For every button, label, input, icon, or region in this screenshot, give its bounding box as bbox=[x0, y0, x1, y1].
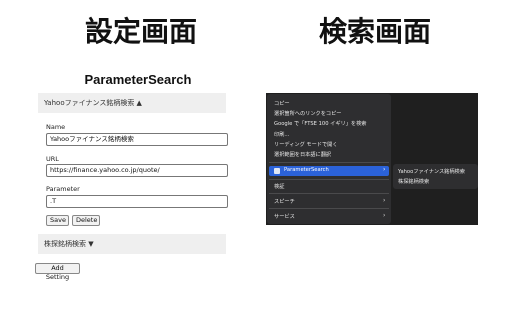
url-label: URL bbox=[46, 155, 59, 163]
name-input[interactable]: Yahooファイナンス銘柄検索 bbox=[46, 133, 228, 146]
submenu-item-yahoo[interactable]: Yahooファイナンス銘柄検索 bbox=[398, 168, 465, 175]
panel-title: ParameterSearch bbox=[84, 72, 192, 87]
menu-item-speech[interactable]: スピーチ bbox=[274, 198, 295, 205]
parameter-input[interactable]: .T bbox=[46, 195, 228, 208]
search-screen-heading: 検索画面 bbox=[318, 15, 431, 48]
yahoo-section-toggle[interactable]: Yahooファイナンス銘柄検索 ▲ bbox=[38, 93, 226, 113]
menu-separator bbox=[269, 162, 389, 163]
add-setting-button[interactable]: Add Setting bbox=[35, 263, 80, 281]
url-input[interactable]: https://finance.yahoo.co.jp/quote/ bbox=[46, 164, 228, 177]
kabu-section-toggle[interactable]: 株探銘柄検索 ▼ bbox=[38, 234, 226, 254]
menu-item-print[interactable]: 印刷... bbox=[274, 131, 289, 138]
delete-button[interactable]: Delete bbox=[72, 215, 100, 226]
chevron-right-icon: › bbox=[383, 197, 386, 204]
menu-item-parametersearch-label: ParameterSearch bbox=[284, 167, 329, 173]
menu-separator bbox=[269, 208, 389, 209]
menu-separator bbox=[269, 193, 389, 194]
extension-icon bbox=[274, 168, 280, 174]
menu-item-google-search[interactable]: Google で「FTSE 100 イギリ」を検索 bbox=[274, 120, 366, 127]
submenu-item-kabu[interactable]: 株探銘柄検索 bbox=[398, 178, 429, 185]
save-button[interactable]: Save bbox=[46, 215, 69, 226]
settings-screen-heading: 設定画面 bbox=[84, 15, 197, 48]
menu-item-copy-link[interactable]: 選択箇所へのリンクをコピー bbox=[274, 110, 341, 117]
menu-item-inspect[interactable]: 検証 bbox=[274, 183, 284, 190]
parameter-label: Parameter bbox=[46, 185, 80, 193]
chevron-right-icon: › bbox=[383, 212, 386, 219]
menu-item-services[interactable]: サービス bbox=[274, 213, 295, 220]
menu-separator bbox=[269, 179, 389, 180]
menu-item-reading-mode[interactable]: リーディング モードで開く bbox=[274, 141, 338, 148]
menu-item-copy[interactable]: コピー bbox=[274, 100, 290, 107]
name-label: Name bbox=[46, 123, 66, 131]
chevron-right-icon: › bbox=[383, 166, 386, 173]
menu-item-translate[interactable]: 選択範囲を日本語に翻訳 bbox=[274, 151, 331, 158]
